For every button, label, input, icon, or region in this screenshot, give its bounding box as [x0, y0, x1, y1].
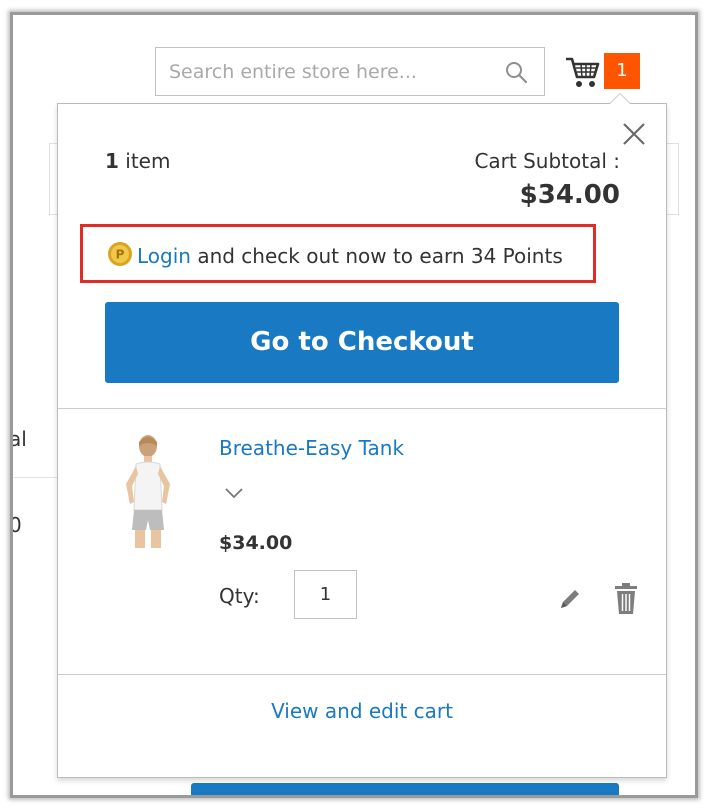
product-name-link[interactable]: Breathe-Easy Tank: [219, 436, 404, 460]
background-text: al: [10, 427, 27, 451]
cart-icon[interactable]: [565, 55, 601, 89]
view-and-edit-cart-link[interactable]: View and edit cart: [58, 699, 666, 723]
login-link[interactable]: Login: [137, 244, 191, 268]
qty-input[interactable]: [294, 570, 357, 619]
background-text: 0: [10, 513, 22, 537]
search-icon[interactable]: [504, 60, 528, 84]
subtotal-label: Cart Subtotal :: [474, 149, 620, 173]
reward-points-notice: P Login and check out now to earn 34 Poi…: [80, 224, 596, 283]
screenshot-frame: al 0 1 1 item Cart Subtotal : $34.00: [10, 12, 698, 798]
trash-icon[interactable]: [614, 583, 638, 615]
items-count-label: item: [118, 149, 171, 173]
background-divider: [13, 477, 57, 478]
qty-label: Qty:: [219, 584, 260, 608]
go-to-checkout-button[interactable]: Go to Checkout: [105, 302, 619, 383]
svg-text:P: P: [116, 248, 125, 262]
divider: [58, 408, 666, 409]
search-input[interactable]: [156, 48, 486, 95]
product-price: $34.00: [219, 532, 293, 554]
reward-coin-icon: P: [108, 242, 132, 266]
close-icon[interactable]: [622, 122, 646, 146]
chevron-down-icon[interactable]: [224, 486, 244, 500]
background-button: [191, 783, 619, 795]
divider: [58, 674, 666, 675]
items-count: 1 item: [105, 149, 170, 173]
search-bar: [155, 47, 545, 96]
minicart-dropdown: 1 item Cart Subtotal : $34.00 P Login an…: [57, 93, 667, 778]
cart-counter-badge[interactable]: 1: [604, 53, 640, 89]
reward-message: and check out now to earn 34 Points: [190, 244, 563, 268]
dropdown-caret: [609, 93, 631, 104]
subtotal-amount: $34.00: [519, 180, 620, 210]
product-image[interactable]: [112, 432, 184, 552]
items-count-number: 1: [105, 149, 119, 173]
pencil-icon[interactable]: [557, 586, 583, 612]
